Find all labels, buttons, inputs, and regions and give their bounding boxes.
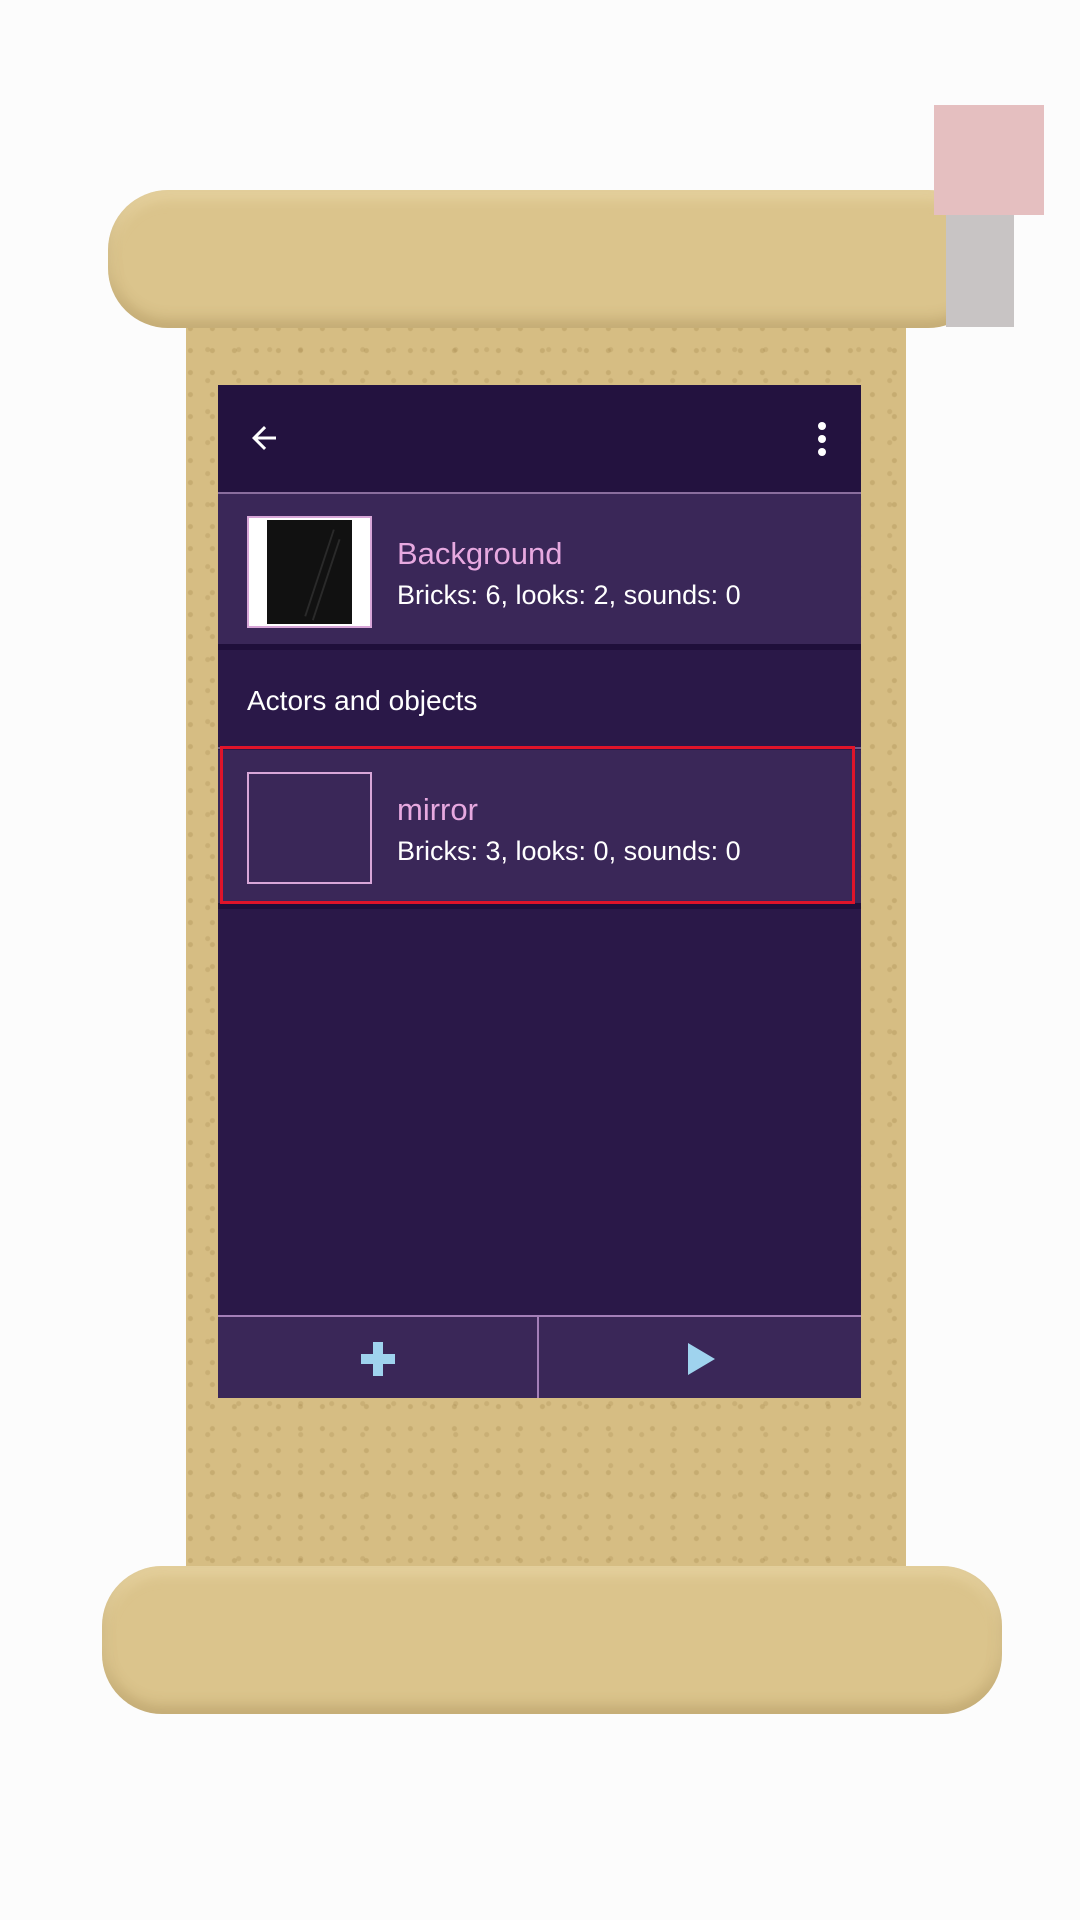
divider [218,747,861,749]
plus-icon [360,1341,395,1376]
background-thumbnail [247,516,372,628]
sprite-name: Background [397,536,563,571]
decorative-gray-square [946,215,1014,327]
background-image [304,529,341,621]
sprite-thumbnail [247,772,372,884]
bottom-bar [218,1315,861,1398]
play-icon [687,1342,715,1375]
arrow-left-icon[interactable] [246,420,282,456]
scroll-top-roll [108,190,988,328]
play-button[interactable] [540,1317,861,1398]
app-bar [218,385,861,494]
page-title [368,413,718,463]
scroll-bottom-roll [102,1566,1002,1714]
sprite-details: Bricks: 6, looks: 2, sounds: 0 [397,580,741,610]
decorative-pink-square [934,105,1044,215]
background-sprite-row[interactable]: Background Bricks: 6, looks: 2, sounds: … [218,494,861,650]
sprite-details: Bricks: 3, looks: 0, sounds: 0 [397,836,741,866]
sprite-name: mirror [397,792,478,827]
app-screen: Background Bricks: 6, looks: 2, sounds: … [218,385,861,1398]
section-title: Actors and objects [247,685,478,716]
list-item[interactable]: mirror Bricks: 3, looks: 0, sounds: 0 [218,750,861,909]
more-vertical-icon[interactable] [812,421,832,457]
add-button[interactable] [218,1317,539,1398]
